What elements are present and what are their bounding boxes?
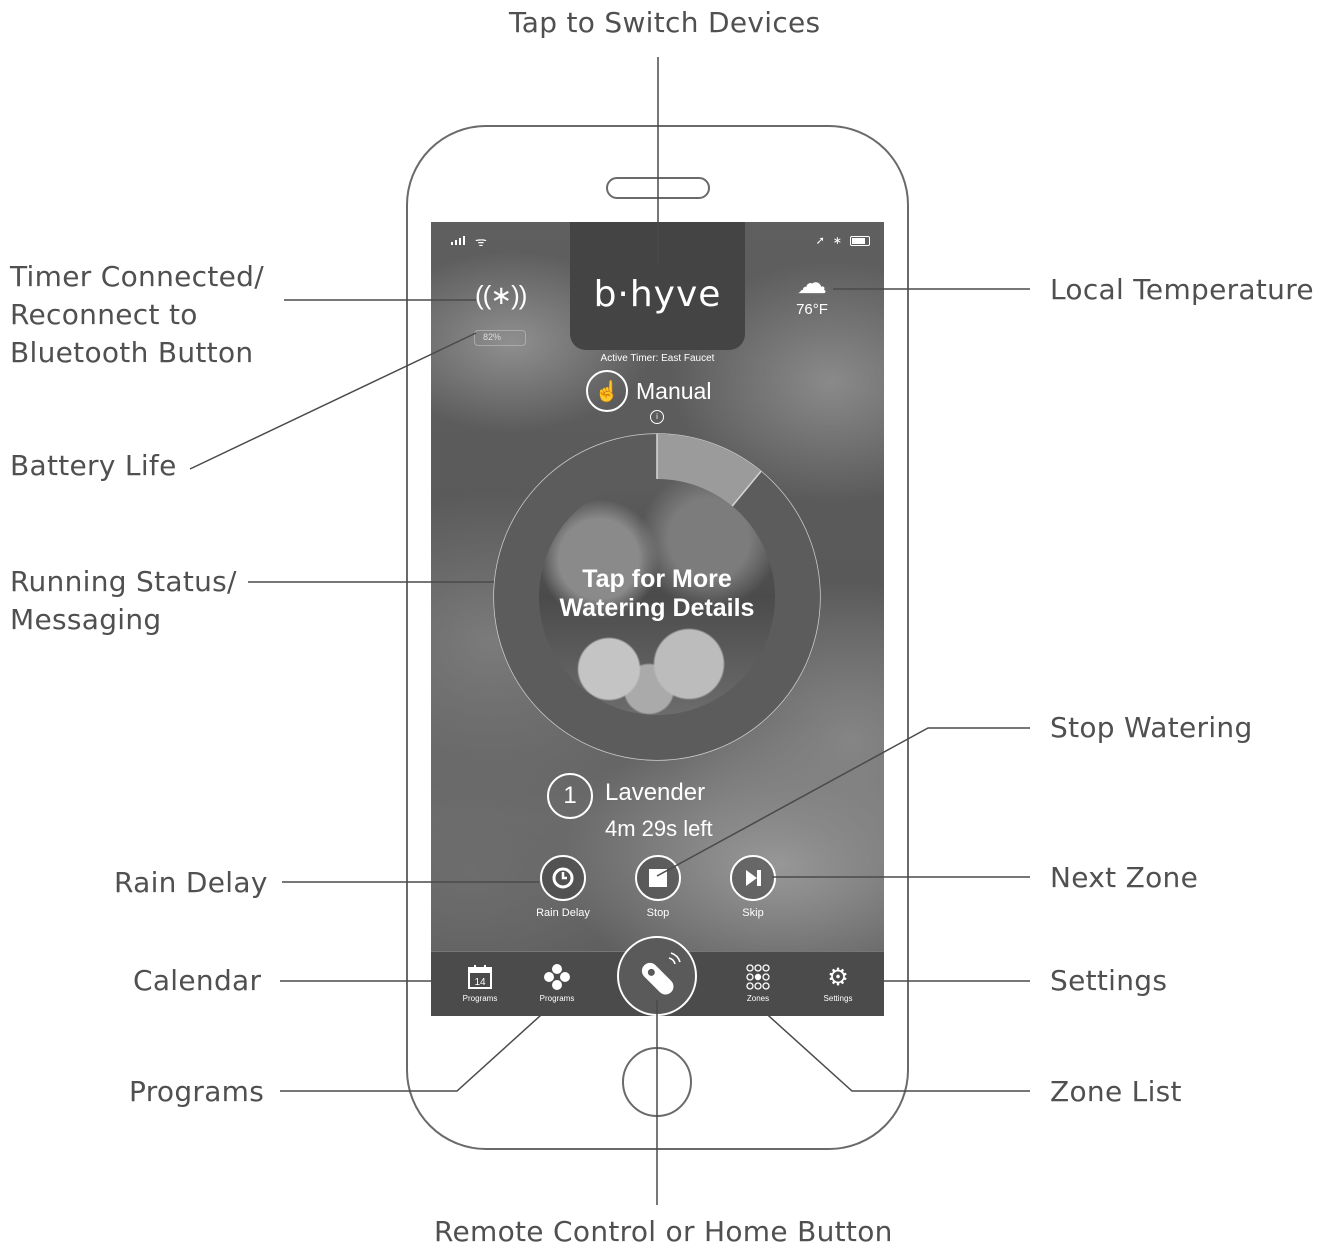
battery-life-indicator: 82% xyxy=(474,330,526,346)
rain-delay-button[interactable]: Rain Delay xyxy=(523,855,603,919)
location-icon: ➚ xyxy=(815,235,825,247)
callout-stop-watering: Stop Watering xyxy=(1050,711,1253,744)
callout-settings: Settings xyxy=(1050,964,1168,997)
callout-line-2: Reconnect to xyxy=(10,298,198,331)
tab-programs[interactable]: Programs xyxy=(522,960,592,1003)
mode-label: Manual xyxy=(636,377,712,404)
stop-button[interactable]: Stop xyxy=(618,855,698,919)
callout-line-1: Running Status/ xyxy=(10,565,237,598)
active-timer-label: Active Timer: East Faucet xyxy=(600,353,715,364)
callout-running-status: Running Status/ Messaging xyxy=(10,563,237,639)
battery-status-icon xyxy=(850,235,870,246)
callout-local-temperature: Local Temperature xyxy=(1050,273,1314,306)
device-switcher[interactable]: b·hyve xyxy=(570,222,745,350)
status-right: ➚ ∗ xyxy=(816,234,870,247)
zone-name: Lavender xyxy=(605,779,706,806)
stop-label: Stop xyxy=(646,907,670,919)
callout-programs: Programs xyxy=(129,1075,265,1108)
bhyve-logo: b·hyve xyxy=(593,274,722,315)
clock-icon xyxy=(540,855,586,901)
skip-button[interactable]: Skip xyxy=(713,855,793,919)
callout-next-zone: Next Zone xyxy=(1050,861,1199,894)
remote-control-icon xyxy=(641,952,681,995)
callout-zone-list: Zone List xyxy=(1050,1075,1182,1108)
hand-pointer-icon: ☝ xyxy=(586,370,628,412)
callout-line-1: Timer Connected/ xyxy=(10,260,264,293)
zone-number-badge: 1 xyxy=(547,773,593,819)
mode-selector[interactable]: ☝ Manual xyxy=(586,370,711,412)
app-screen: ᯤ 9:29 AM ➚ ∗ b·hyve ((∗)) 82% ☁ 76°F Ac… xyxy=(431,222,884,1016)
callout-rain-delay: Rain Delay xyxy=(114,866,268,899)
mode-info-icon[interactable]: i xyxy=(650,410,664,424)
phone-home-button[interactable] xyxy=(622,1047,692,1117)
zones-grid-icon xyxy=(723,960,793,994)
callout-remote-control: Remote Control or Home Button xyxy=(434,1215,893,1248)
tab-settings-label: Settings xyxy=(823,994,853,1003)
phone-speaker xyxy=(606,177,710,199)
watering-details-text: Tap for More Watering Details xyxy=(559,565,755,622)
bluetooth-status-icon: ∗ xyxy=(832,235,842,247)
callout-timer-connected: Timer Connected/ Reconnect to Bluetooth … xyxy=(10,258,264,372)
callout-battery-life: Battery Life xyxy=(10,449,177,482)
settings-gears-icon: ⚙ xyxy=(827,963,849,991)
zone-time-left: 4m 29s left xyxy=(605,816,713,841)
callout-tap-to-switch-devices: Tap to Switch Devices xyxy=(509,6,821,39)
programs-icon xyxy=(522,960,592,994)
skip-next-icon xyxy=(730,855,776,901)
tab-programs-label: Programs xyxy=(539,994,575,1003)
tab-calendar-label: Programs xyxy=(462,994,498,1003)
tab-calendar[interactable]: 14 Programs xyxy=(445,960,515,1003)
local-temperature: ☁ 76°F xyxy=(787,267,837,318)
calendar-icon: 14 xyxy=(445,960,515,994)
rain-delay-label: Rain Delay xyxy=(536,907,590,919)
calendar-day: 14 xyxy=(474,977,486,988)
tab-zones[interactable]: Zones xyxy=(723,960,793,1003)
callout-calendar: Calendar xyxy=(133,964,262,997)
bluetooth-reconnect-button[interactable]: ((∗)) xyxy=(475,280,527,311)
watering-details-button[interactable]: Tap for More Watering Details xyxy=(539,479,775,715)
tab-zones-label: Zones xyxy=(746,994,770,1003)
skip-label: Skip xyxy=(742,907,764,919)
callout-line-2: Messaging xyxy=(10,603,162,636)
partly-cloudy-icon: ☁ xyxy=(797,267,827,300)
remote-control-button[interactable] xyxy=(617,936,697,1016)
temperature-value: 76°F xyxy=(796,301,828,318)
stop-icon xyxy=(635,855,681,901)
tab-settings[interactable]: ⚙ Settings xyxy=(803,960,873,1004)
callout-line-3: Bluetooth Button xyxy=(10,336,254,369)
